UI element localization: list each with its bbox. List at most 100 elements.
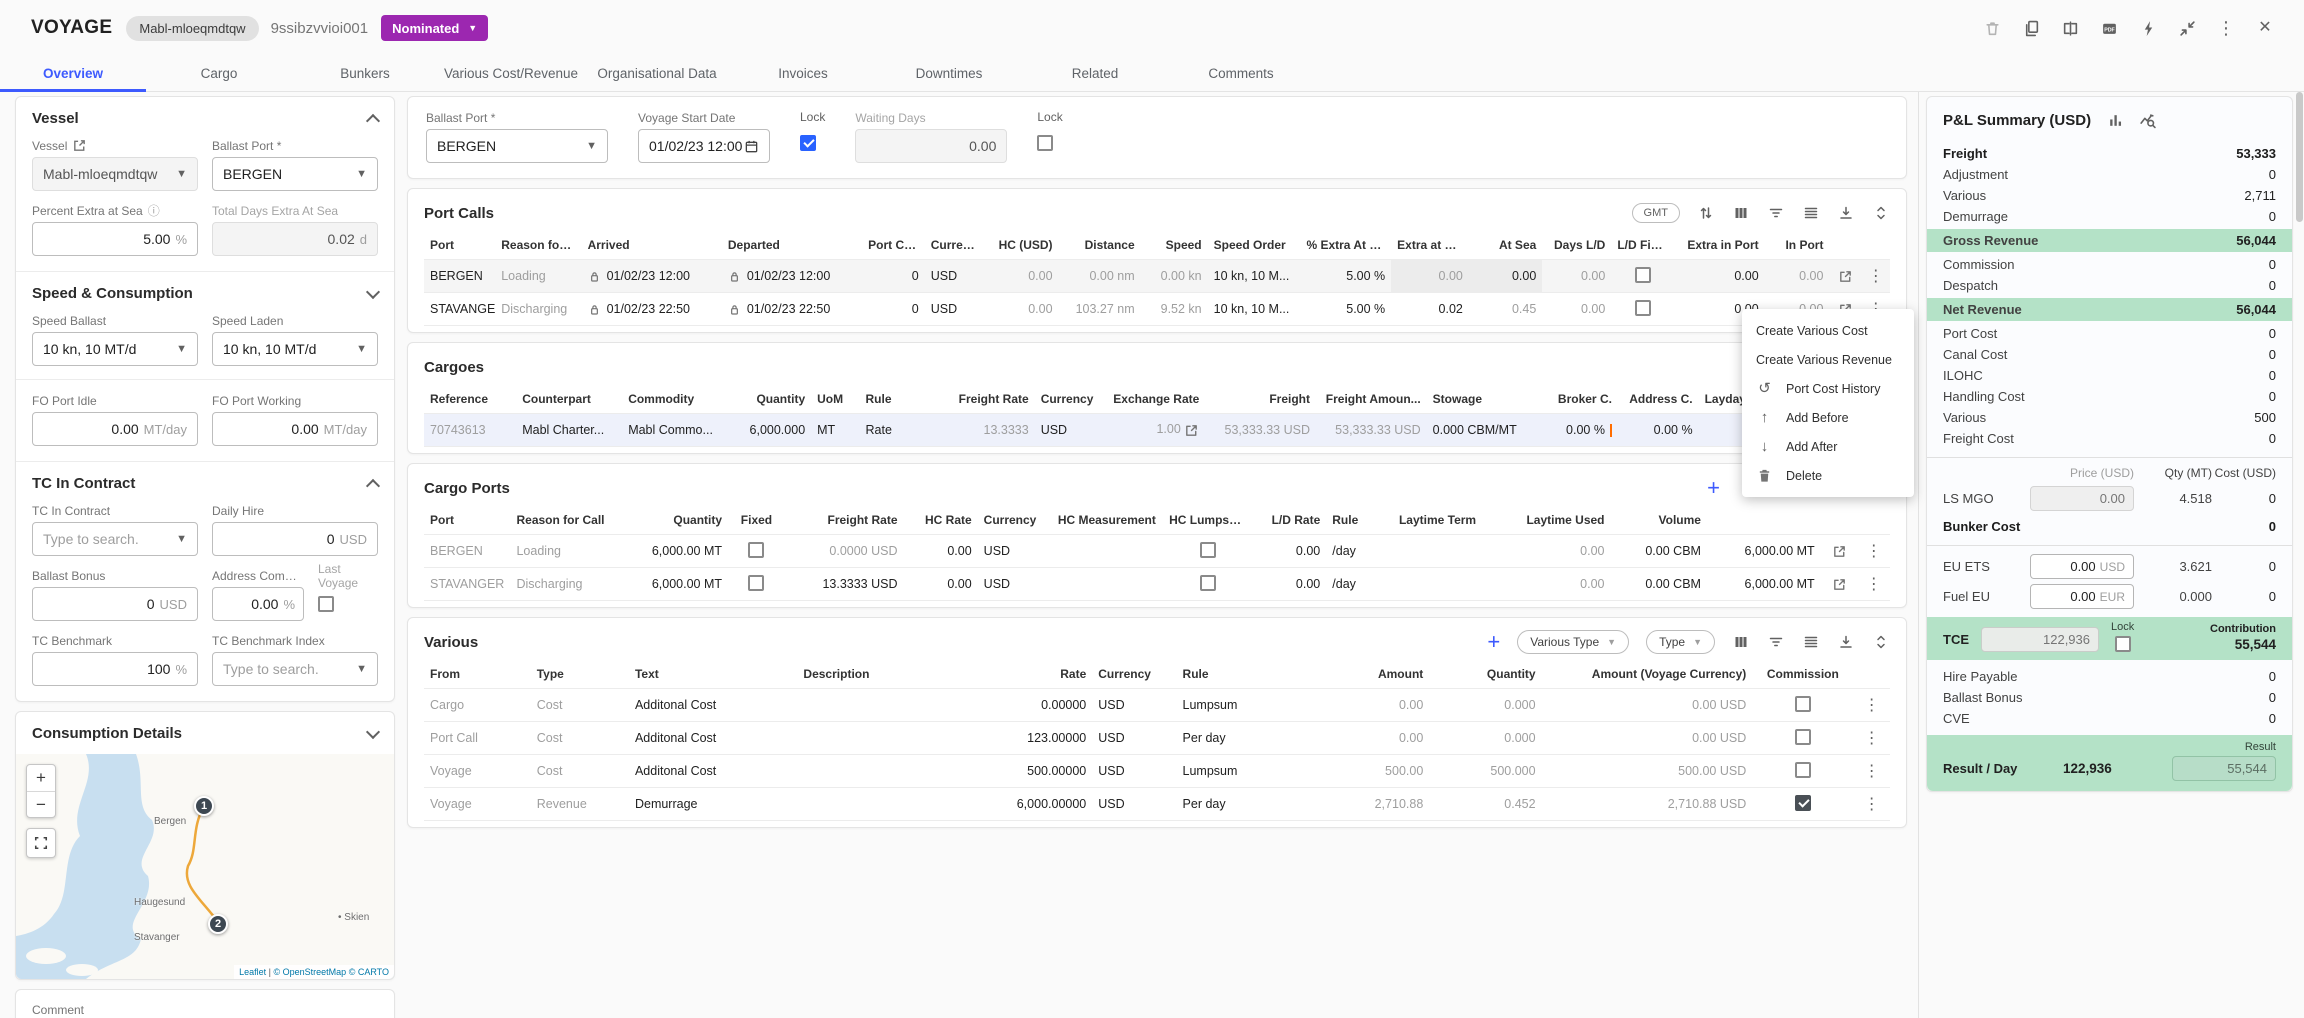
compare-button[interactable]	[2061, 19, 2079, 37]
column-header[interactable]: Text	[629, 660, 797, 689]
table-row[interactable]: BERGENLoading6,000.00 MT0.0000 USD0.00US…	[424, 535, 1890, 568]
column-header[interactable]: L/D Fixed	[1611, 231, 1674, 260]
zoom-out-button[interactable]: −	[27, 791, 55, 817]
ballast-port-select[interactable]: BERGEN▼	[212, 157, 378, 191]
column-header[interactable]: Freight Rate	[785, 506, 904, 535]
osm-link[interactable]: © OpenStreetMap	[274, 967, 347, 977]
column-header[interactable]: Extra in Port	[1674, 231, 1765, 260]
row-menu-button[interactable]: ⋮	[1864, 730, 1880, 747]
various-type-filter[interactable]: Various Type▼	[1517, 630, 1629, 654]
column-header[interactable]: Quantity	[617, 506, 728, 535]
column-header[interactable]: Speed Order	[1208, 231, 1301, 260]
last-voyage-checkbox[interactable]	[318, 596, 334, 612]
calendar-icon[interactable]	[744, 139, 759, 154]
row-menu-button[interactable]: ⋮	[1868, 268, 1884, 285]
fuel-eu-price-input[interactable]: 0.00EUR	[2030, 584, 2134, 609]
waiting-days-lock-checkbox[interactable]	[1037, 135, 1053, 151]
column-header[interactable]: Commission	[1752, 660, 1853, 689]
delete-button[interactable]	[1983, 19, 2001, 37]
table-row[interactable]: Port CallCostAdditonal Cost123.00000USDP…	[424, 722, 1890, 755]
duplicate-button[interactable]	[2022, 19, 2040, 37]
column-header[interactable]: Laytime Used	[1504, 506, 1610, 535]
collapse-tc-chevron[interactable]	[366, 479, 380, 493]
column-header[interactable]: Rule	[1177, 660, 1303, 689]
unfold-icon[interactable]	[1872, 204, 1890, 222]
leaflet-link[interactable]: Leaflet	[239, 967, 266, 977]
column-header[interactable]: Reason for Call	[510, 506, 616, 535]
column-header[interactable]: Fixed	[728, 506, 785, 535]
column-header[interactable]: Reference	[424, 385, 516, 414]
tc-benchmark-index-select[interactable]: Type to search.▼	[212, 652, 378, 686]
menu-item-delete[interactable]: Delete	[1742, 461, 1914, 490]
column-header[interactable]: Description	[797, 660, 965, 689]
column-header[interactable]: Arrived	[582, 231, 722, 260]
column-header[interactable]: Currency	[925, 231, 988, 260]
column-header[interactable]: HC Lumpsum	[1163, 506, 1252, 535]
row-menu-button[interactable]: ⋮	[1866, 543, 1882, 560]
column-header[interactable]: Amount	[1303, 660, 1429, 689]
collapse-consumption-chevron[interactable]	[366, 724, 380, 738]
status-badge[interactable]: Nominated ▼	[381, 15, 488, 41]
map-marker-2[interactable]: 2	[208, 914, 228, 934]
row-checkbox[interactable]	[1795, 696, 1811, 712]
quick-actions-button[interactable]	[2139, 19, 2157, 37]
tab-overview[interactable]: Overview	[0, 56, 146, 91]
download-icon[interactable]	[1837, 633, 1855, 651]
column-header[interactable]: Rule	[1326, 506, 1393, 535]
row-menu-button[interactable]: ⋮	[1864, 697, 1880, 714]
table-row[interactable]: VoyageRevenueDemurrage6,000.00000USDPer …	[424, 788, 1890, 821]
column-header[interactable]: Quantity	[728, 385, 811, 414]
column-header[interactable]: HC Measurement	[1052, 506, 1163, 535]
row-checkbox[interactable]	[748, 542, 764, 558]
table-row[interactable]: CargoCostAdditonal Cost0.00000USDLumpsum…	[424, 689, 1890, 722]
column-header[interactable]: Counterpart	[516, 385, 622, 414]
column-header[interactable]: Port	[424, 231, 495, 260]
column-header[interactable]: Exchange Rate	[1102, 385, 1206, 414]
column-header[interactable]: Port Cost	[862, 231, 925, 260]
add-various-button[interactable]: +	[1487, 631, 1500, 653]
open-row-button[interactable]	[1838, 269, 1853, 284]
open-row-button[interactable]	[1832, 544, 1847, 559]
more-button[interactable]: ⋮	[2217, 19, 2235, 37]
fullscreen-button[interactable]	[26, 828, 56, 858]
column-header[interactable]: Currency	[1035, 385, 1102, 414]
column-header[interactable]: Broker C.	[1537, 385, 1618, 414]
row-checkbox[interactable]	[1795, 729, 1811, 745]
column-header[interactable]: Rule	[860, 385, 943, 414]
table-row[interactable]: VoyageCostAdditonal Cost500.00000USDLump…	[424, 755, 1890, 788]
row-checkbox[interactable]	[748, 575, 764, 591]
tab-related[interactable]: Related	[1022, 56, 1168, 91]
column-header[interactable]: Type	[531, 660, 629, 689]
column-header[interactable]: Currency	[978, 506, 1052, 535]
column-header[interactable]: Volume	[1611, 506, 1707, 535]
tab-cargo[interactable]: Cargo	[146, 56, 292, 91]
table-row[interactable]: STAVANGERDischarging6,000.00 MT13.3333 U…	[424, 568, 1890, 601]
row-menu-button[interactable]: ⋮	[1864, 763, 1880, 780]
column-header[interactable]: At Sea	[1469, 231, 1542, 260]
table-row[interactable]: BERGENLoading01/02/23 12:0001/02/23 12:0…	[424, 260, 1890, 293]
columns-icon[interactable]	[1732, 204, 1750, 222]
route-map[interactable]: 1 2 Bergen Haugesund Stavanger • Skien +…	[16, 754, 394, 979]
column-header[interactable]: % Extra At Sea	[1300, 231, 1391, 260]
tab-organisational-data[interactable]: Organisational Data	[584, 56, 730, 91]
carto-link[interactable]: © CARTO	[349, 967, 389, 977]
column-header[interactable]: Freight	[1205, 385, 1316, 414]
column-header[interactable]: Commodity	[622, 385, 728, 414]
menu-item-create-various-revenue[interactable]: Create Various Revenue	[1742, 345, 1914, 374]
column-header[interactable]: Speed	[1141, 231, 1208, 260]
row-checkbox[interactable]	[1200, 542, 1216, 558]
unfold-icon[interactable]	[1872, 633, 1890, 651]
bar-chart-icon[interactable]	[2106, 111, 2124, 129]
open-in-new-icon[interactable]	[1184, 423, 1199, 438]
tab-downtimes[interactable]: Downtimes	[876, 56, 1022, 91]
column-header[interactable]: HC (USD)	[987, 231, 1058, 260]
close-button[interactable]: ✕	[2256, 19, 2274, 37]
tab-invoices[interactable]: Invoices	[730, 56, 876, 91]
vessel-select[interactable]: Mabl-mloeqmdtqw▼	[32, 157, 198, 191]
tc-in-contract-select[interactable]: Type to search.▼	[32, 522, 198, 556]
speed-laden-select[interactable]: 10 kn, 10 MT/d▼	[212, 332, 378, 366]
collapse-button[interactable]	[2178, 19, 2196, 37]
column-header[interactable]: Departed	[722, 231, 862, 260]
menu-item-add-after[interactable]: ↓Add After	[1742, 432, 1914, 461]
filter-icon[interactable]	[1767, 633, 1785, 651]
